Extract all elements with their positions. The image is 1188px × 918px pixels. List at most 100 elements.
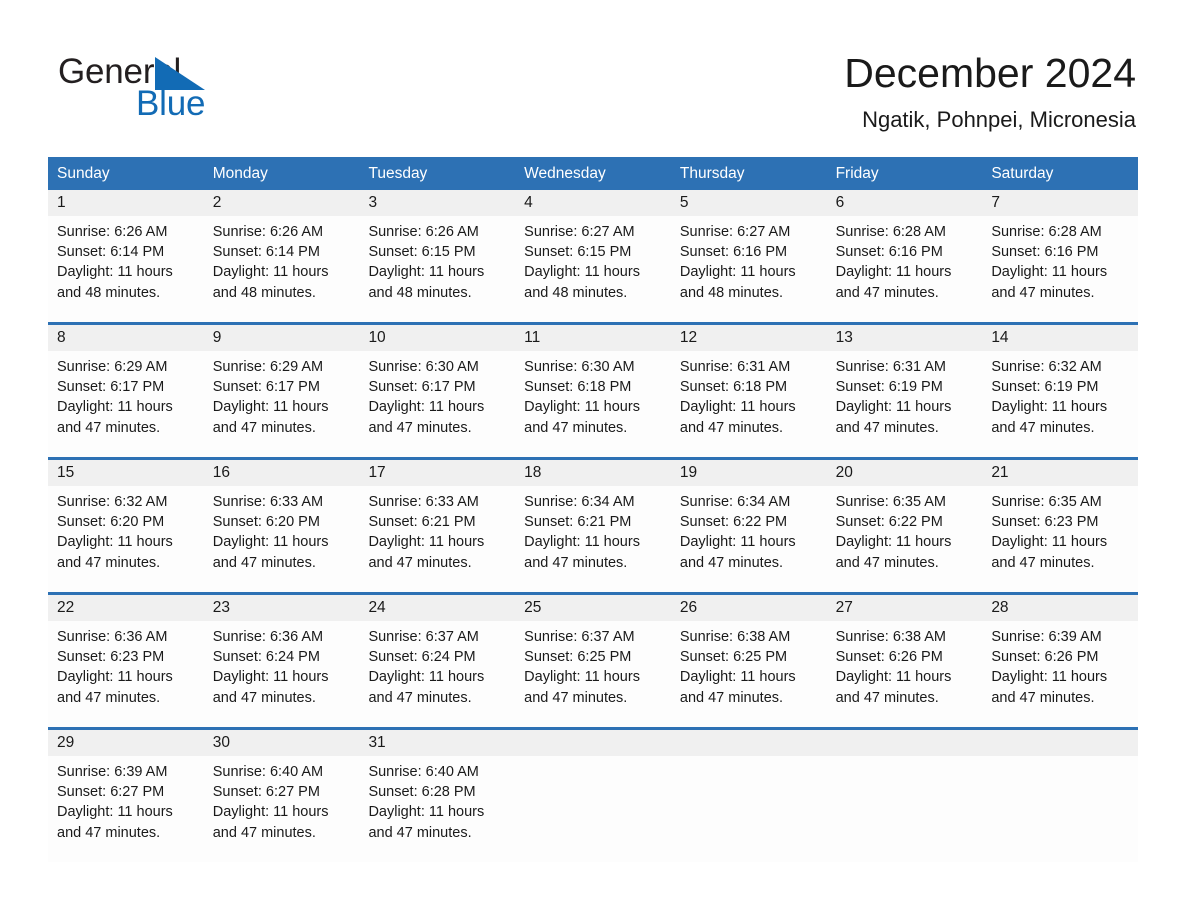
daylight-text: Daylight: 11 hours and 47 minutes. [991,399,1108,436]
day-cell[interactable]: 13 Sunrise: 6:31 AM Sunset: 6:19 PM Dayl… [826,325,983,457]
day-number: 27 [826,595,983,621]
day-number: 23 [203,595,360,621]
daylight-text: Daylight: 11 hours and 47 minutes. [991,669,1108,706]
day-details: Sunrise: 6:33 AM Sunset: 6:21 PM Dayligh… [359,486,515,573]
day-cell[interactable]: 2 Sunrise: 6:26 AM Sunset: 6:14 PM Dayli… [203,190,360,322]
day-cell[interactable]: 9 Sunrise: 6:29 AM Sunset: 6:17 PM Dayli… [203,325,360,457]
daylight-text: Daylight: 11 hours and 47 minutes. [835,399,952,436]
day-cell-empty [515,730,671,862]
sunrise-text: Sunrise: 6:30 AM [524,359,635,375]
daylight-text: Daylight: 11 hours and 47 minutes. [835,264,952,301]
day-number [982,730,1139,756]
daylight-text: Daylight: 11 hours and 47 minutes. [679,399,796,436]
sunrise-text: Sunrise: 6:34 AM [679,494,791,510]
day-details: Sunrise: 6:31 AM Sunset: 6:18 PM Dayligh… [671,351,827,438]
day-cell[interactable]: 26 Sunrise: 6:38 AM Sunset: 6:25 PM Dayl… [670,595,827,727]
day-number: 3 [359,190,516,216]
day-cell[interactable]: 30 Sunrise: 6:40 AM Sunset: 6:27 PM Dayl… [203,730,360,862]
title-block: December 2024 Ngatik, Pohnpei, Micronesi… [844,48,1136,134]
weekday-header-row: Sunday Monday Tuesday Wednesday Thursday… [48,157,1138,190]
calendar-page: General Blue December 2024 Ngatik, Pohnp… [0,0,1188,918]
day-cell[interactable]: 8 Sunrise: 6:29 AM Sunset: 6:17 PM Dayli… [48,325,204,457]
sunset-text: Sunset: 6:17 PM [368,379,476,396]
day-cell[interactable]: 17 Sunrise: 6:33 AM Sunset: 6:21 PM Dayl… [359,460,516,592]
week-row: 29 Sunrise: 6:39 AM Sunset: 6:27 PM Dayl… [48,727,1139,862]
day-number: 9 [203,325,360,351]
sunset-text: Sunset: 6:16 PM [991,244,1099,261]
day-details: Sunrise: 6:38 AM Sunset: 6:25 PM Dayligh… [671,621,827,708]
day-details: Sunrise: 6:40 AM Sunset: 6:27 PM Dayligh… [204,756,360,843]
day-cell[interactable]: 31 Sunrise: 6:40 AM Sunset: 6:28 PM Dayl… [359,730,516,862]
day-number: 2 [203,190,360,216]
day-cell[interactable]: 21 Sunrise: 6:35 AM Sunset: 6:23 PM Dayl… [982,460,1139,592]
day-number: 16 [203,460,360,486]
day-cell[interactable]: 18 Sunrise: 6:34 AM Sunset: 6:21 PM Dayl… [515,460,671,592]
day-cell[interactable]: 22 Sunrise: 6:36 AM Sunset: 6:23 PM Dayl… [48,595,204,727]
daylight-text: Daylight: 11 hours and 47 minutes. [368,804,485,841]
sunrise-text: Sunrise: 6:36 AM [57,629,168,645]
day-number [826,730,983,756]
sunset-text: Sunset: 6:14 PM [212,244,320,261]
day-number: 21 [982,460,1139,486]
day-cell[interactable]: 23 Sunrise: 6:36 AM Sunset: 6:24 PM Dayl… [203,595,360,727]
day-number: 31 [359,730,516,756]
day-cell[interactable]: 4 Sunrise: 6:27 AM Sunset: 6:15 PM Dayli… [515,190,671,322]
daylight-text: Daylight: 11 hours and 47 minutes. [368,399,485,436]
day-cell[interactable]: 25 Sunrise: 6:37 AM Sunset: 6:25 PM Dayl… [515,595,671,727]
sunrise-text: Sunrise: 6:33 AM [212,494,324,510]
day-cell[interactable]: 1 Sunrise: 6:26 AM Sunset: 6:14 PM Dayli… [48,190,204,322]
day-number: 15 [48,460,204,486]
day-details: Sunrise: 6:35 AM Sunset: 6:23 PM Dayligh… [982,486,1138,573]
day-cell[interactable]: 16 Sunrise: 6:33 AM Sunset: 6:20 PM Dayl… [203,460,360,592]
day-cell[interactable]: 12 Sunrise: 6:31 AM Sunset: 6:18 PM Dayl… [670,325,827,457]
day-cell[interactable]: 28 Sunrise: 6:39 AM Sunset: 6:26 PM Dayl… [982,595,1139,727]
day-cell[interactable]: 11 Sunrise: 6:30 AM Sunset: 6:18 PM Dayl… [515,325,671,457]
day-details: Sunrise: 6:29 AM Sunset: 6:17 PM Dayligh… [48,351,204,438]
sunset-text: Sunset: 6:28 PM [368,784,476,801]
day-details: Sunrise: 6:36 AM Sunset: 6:23 PM Dayligh… [48,621,204,708]
daylight-text: Daylight: 11 hours and 47 minutes. [524,399,640,436]
weekday-header-wednesday: Wednesday [524,165,606,182]
sunset-text: Sunset: 6:25 PM [679,649,788,666]
week-row: 22 Sunrise: 6:36 AM Sunset: 6:23 PM Dayl… [48,592,1139,727]
sunrise-text: Sunrise: 6:35 AM [835,494,947,510]
sunset-text: Sunset: 6:25 PM [524,649,632,666]
sunrise-text: Sunrise: 6:27 AM [524,224,635,240]
sunrise-text: Sunrise: 6:33 AM [368,494,479,510]
daylight-text: Daylight: 11 hours and 48 minutes. [368,264,485,301]
day-details: Sunrise: 6:28 AM Sunset: 6:16 PM Dayligh… [982,216,1138,303]
sunrise-text: Sunrise: 6:40 AM [368,764,479,780]
sunrise-text: Sunrise: 6:39 AM [57,764,168,780]
sunset-text: Sunset: 6:15 PM [368,244,476,261]
sunrise-text: Sunrise: 6:28 AM [991,224,1102,240]
day-cell[interactable]: 3 Sunrise: 6:26 AM Sunset: 6:15 PM Dayli… [359,190,516,322]
day-cell[interactable]: 27 Sunrise: 6:38 AM Sunset: 6:26 PM Dayl… [826,595,983,727]
day-cell[interactable]: 10 Sunrise: 6:30 AM Sunset: 6:17 PM Dayl… [359,325,516,457]
day-number: 25 [515,595,671,621]
week-row: 1 Sunrise: 6:26 AM Sunset: 6:14 PM Dayli… [48,190,1139,322]
day-cell[interactable]: 24 Sunrise: 6:37 AM Sunset: 6:24 PM Dayl… [359,595,516,727]
daylight-text: Daylight: 11 hours and 47 minutes. [991,264,1108,301]
day-number: 10 [359,325,516,351]
day-cell[interactable]: 29 Sunrise: 6:39 AM Sunset: 6:27 PM Dayl… [48,730,204,862]
sunset-text: Sunset: 6:21 PM [524,514,632,531]
day-cell[interactable]: 14 Sunrise: 6:32 AM Sunset: 6:19 PM Dayl… [982,325,1139,457]
sunrise-text: Sunrise: 6:36 AM [212,629,324,645]
day-number: 7 [982,190,1139,216]
day-cell[interactable]: 19 Sunrise: 6:34 AM Sunset: 6:22 PM Dayl… [670,460,827,592]
location-subtitle: Ngatik, Pohnpei, Micronesia [862,107,1136,132]
day-cell[interactable]: 7 Sunrise: 6:28 AM Sunset: 6:16 PM Dayli… [982,190,1139,322]
sunset-text: Sunset: 6:27 PM [57,784,165,801]
daylight-text: Daylight: 11 hours and 47 minutes. [57,534,173,571]
sunset-text: Sunset: 6:15 PM [524,244,632,261]
day-number: 19 [670,460,827,486]
day-cell[interactable]: 5 Sunrise: 6:27 AM Sunset: 6:16 PM Dayli… [670,190,827,322]
day-details: Sunrise: 6:38 AM Sunset: 6:26 PM Dayligh… [827,621,983,708]
day-cell[interactable]: 20 Sunrise: 6:35 AM Sunset: 6:22 PM Dayl… [826,460,983,592]
sunrise-text: Sunrise: 6:29 AM [57,359,168,375]
day-number: 1 [48,190,204,216]
day-cell[interactable]: 6 Sunrise: 6:28 AM Sunset: 6:16 PM Dayli… [826,190,983,322]
day-details: Sunrise: 6:27 AM Sunset: 6:15 PM Dayligh… [515,216,671,303]
page-header: General Blue December 2024 Ngatik, Pohnp… [0,0,1188,152]
day-cell[interactable]: 15 Sunrise: 6:32 AM Sunset: 6:20 PM Dayl… [48,460,204,592]
